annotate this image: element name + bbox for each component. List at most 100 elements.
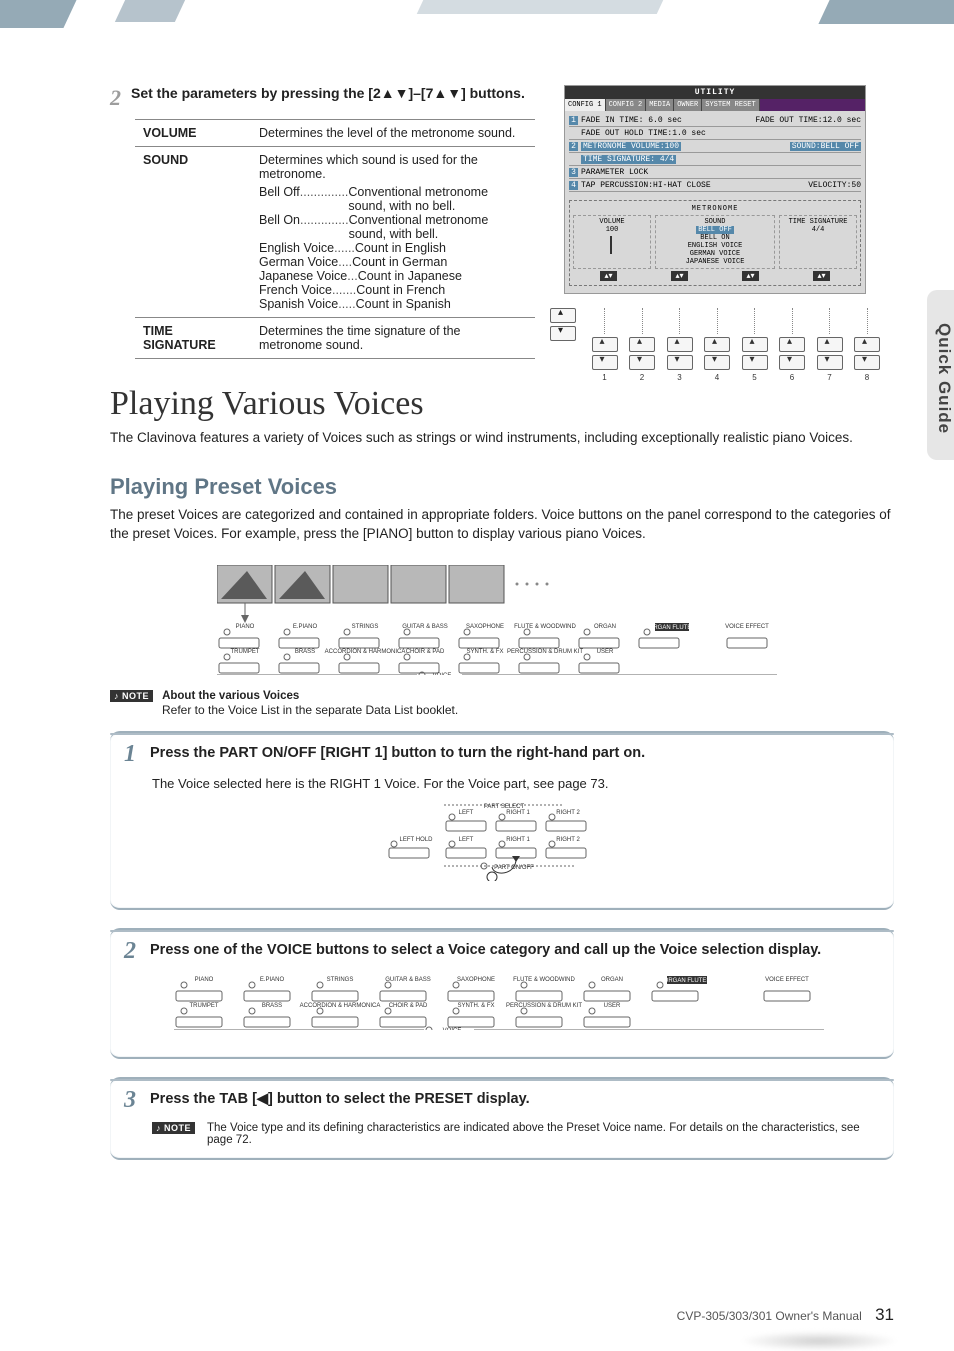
note-tag-icon: ♪ NOTE — [110, 690, 153, 702]
hw-btn-5-up[interactable] — [742, 337, 768, 352]
svg-text:SYNTH. & FX: SYNTH. & FX — [466, 649, 503, 655]
svg-text:STRINGS: STRINGS — [327, 977, 354, 983]
hw-btn-6-up[interactable] — [779, 337, 805, 352]
param-key-timesig: TIME SIGNATURE — [135, 318, 251, 359]
svg-text:STRINGS: STRINGS — [352, 624, 379, 630]
utility-fade-hold: FADE OUT HOLD TIME:1.0 sec — [581, 129, 706, 138]
svg-text:BRASS: BRASS — [295, 649, 315, 655]
svg-text:FLUTE & WOODWIND: FLUTE & WOODWIND — [514, 624, 576, 630]
procedure-step-2: 2 Press one of the VOICE buttons to sele… — [110, 928, 894, 1059]
step-number-2: 2 — [110, 85, 121, 111]
hw-btn-8-up[interactable] — [854, 337, 880, 352]
svg-text:E.PIANO: E.PIANO — [293, 624, 318, 630]
metro-ts-val: 4/4 — [783, 226, 853, 234]
hw-btn-4-dn[interactable] — [704, 355, 730, 370]
svg-text:TRUMPET: TRUMPET — [190, 1003, 219, 1009]
note-about-label: About the various Voices — [162, 690, 299, 702]
param-desc-sound: Determines which sound is used for the m… — [251, 147, 535, 318]
hw-btn-label-8: 8 — [865, 373, 869, 382]
svg-text:SAXOPHONE: SAXOPHONE — [457, 977, 495, 983]
svg-text:RIGHT 2: RIGHT 2 — [556, 837, 580, 843]
sound-english-key: English Voice — [259, 241, 334, 255]
svg-text:USER: USER — [604, 1003, 621, 1009]
subsection-title: Playing Preset Voices — [110, 474, 894, 500]
sound-german-val: Count in German — [352, 255, 447, 269]
utility-velocity: VELOCITY:50 — [808, 181, 861, 190]
voice-panel-illustration: PIANO E.PIANO STRINGS GUITAR & BASS SAXO… — [216, 564, 788, 676]
sound-french-val: Count in French — [356, 283, 445, 297]
section-title: Playing Various Voices — [110, 385, 894, 423]
hw-btn-3-dn[interactable] — [667, 355, 693, 370]
svg-text:VOICE: VOICE — [443, 1028, 462, 1030]
hw-btn-3-up[interactable] — [667, 337, 693, 352]
hw-btn-7-dn[interactable] — [817, 355, 843, 370]
svg-text:TRUMPET: TRUMPET — [231, 649, 260, 655]
utility-metro-sound: SOUND:BELL OFF — [790, 142, 861, 151]
svg-text:RIGHT 2: RIGHT 2 — [556, 810, 580, 816]
metro-sound-label: SOUND — [659, 218, 771, 226]
sound-french-key: French Voice — [259, 283, 332, 297]
sound-spanish-key: Spanish Voice — [259, 297, 338, 311]
svg-text:USER: USER — [597, 649, 614, 655]
voice-panel-illustration-2: PIANO E.PIANO STRINGS GUITAR & BASS SAXO… — [174, 975, 834, 1035]
part-select-illustration: PART SELECT LEFT RIGHT 1 RIGHT 2 LEFT HO… — [374, 801, 634, 886]
hw-btn-1-up[interactable] — [592, 337, 618, 352]
svg-text:PIANO: PIANO — [236, 624, 255, 630]
svg-text:VOICE EFFECT: VOICE EFFECT — [725, 624, 769, 630]
hw-btn-label-6: 6 — [790, 373, 794, 382]
svg-text:ACCORDION & HARMONICA: ACCORDION & HARMONICA — [325, 649, 406, 655]
svg-text:PERCUSSION & DRUM KIT: PERCUSSION & DRUM KIT — [507, 649, 583, 655]
hw-btn-5-dn[interactable] — [742, 355, 768, 370]
utility-paramlock: PARAMETER LOCK — [581, 168, 648, 177]
utility-tab-media: MEDIA — [646, 99, 674, 111]
param-desc-volume: Determines the level of the metronome so… — [251, 120, 535, 147]
utility-metro-vol: METRONOME VOLUME:100 — [581, 142, 681, 151]
metronome-parameter-table: VOLUME Determines the level of the metro… — [135, 119, 535, 359]
procedure-step-1: 1 Press the PART ON/OFF [RIGHT 1] button… — [110, 731, 894, 910]
utility-timesig: TIME SIGNATURE: 4/4 — [581, 155, 676, 164]
utility-tab-config2: CONFIG 2 — [606, 99, 647, 111]
proc1-title: Press the PART ON/OFF [RIGHT 1] button t… — [150, 741, 645, 761]
hw-btn-6-dn[interactable] — [779, 355, 805, 370]
proc1-body: The Voice selected here is the RIGHT 1 V… — [152, 776, 884, 791]
svg-text:VOICE EFFECT: VOICE EFFECT — [765, 977, 809, 983]
svg-text:ORGAN FLUTES: ORGAN FLUTES — [649, 625, 696, 631]
utility-tab-config1: CONFIG 1 — [565, 99, 606, 111]
hw-btn-8-dn[interactable] — [854, 355, 880, 370]
footer-model: CVP-305/303/301 Owner's Manual — [677, 1309, 862, 1323]
proc3-note: The Voice type and its defining characte… — [207, 1122, 884, 1146]
svg-text:BRASS: BRASS — [262, 1003, 282, 1009]
svg-text:RIGHT 1: RIGHT 1 — [506, 810, 530, 816]
sound-belloff-key: Bell Off — [259, 185, 300, 213]
hw-arrow-up[interactable] — [550, 308, 576, 323]
proc2-num: 2 — [124, 938, 136, 965]
sound-japanese-val: Count in Japanese — [358, 269, 462, 283]
step-2-text: Set the parameters by pressing the [2▲▼]… — [131, 85, 525, 101]
note-tag-icon-2: ♪ NOTE — [152, 1122, 195, 1134]
voice-row-1: PIANO E.PIANO STRINGS GUITAR & BASS SAXO… — [219, 623, 769, 648]
svg-text:PERCUSSION & DRUM KIT: PERCUSSION & DRUM KIT — [506, 1003, 582, 1009]
hw-btn-2-dn[interactable] — [629, 355, 655, 370]
metronome-box-title: METRONOME — [573, 205, 857, 213]
svg-text:LEFT HOLD: LEFT HOLD — [400, 837, 434, 843]
metro-sound-opt3: GERMAN VOICE — [659, 250, 771, 258]
hw-btn-1-dn[interactable] — [592, 355, 618, 370]
hw-btn-7-up[interactable] — [817, 337, 843, 352]
metro-sound-opt1: BELL ON — [659, 234, 771, 242]
svg-text:ACCORDION & HARMONICA: ACCORDION & HARMONICA — [300, 1003, 381, 1009]
footer-page-number: 31 — [875, 1305, 894, 1324]
hw-arrow-down[interactable] — [550, 326, 576, 341]
hw-btn-4-up[interactable] — [704, 337, 730, 352]
note-about-body: Refer to the Voice List in the separate … — [162, 703, 894, 717]
hw-btn-label-3: 3 — [677, 373, 681, 382]
hw-btn-label-7: 7 — [827, 373, 831, 382]
section-body: The Clavinova features a variety of Voic… — [110, 429, 894, 448]
sound-german-key: German Voice — [259, 255, 338, 269]
hw-btn-2-up[interactable] — [629, 337, 655, 352]
metro-sound-opt4: JAPANESE VOICE — [659, 258, 771, 266]
proc3-title: Press the TAB [◀] button to select the P… — [150, 1087, 530, 1107]
utility-tab-systemreset: SYSTEM RESET — [702, 99, 759, 111]
subsection-body: The preset Voices are categorized and co… — [110, 506, 894, 544]
bottom-shadow-decoration — [739, 1331, 899, 1351]
hw-btn-label-5: 5 — [752, 373, 756, 382]
